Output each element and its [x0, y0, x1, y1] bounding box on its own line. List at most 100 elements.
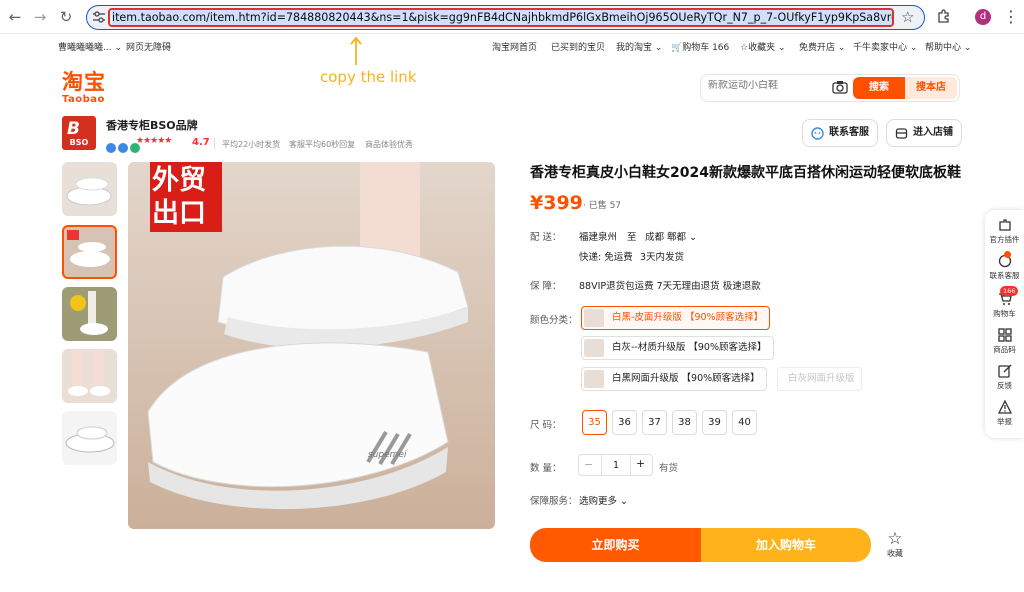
shop-meta-shipping: 平均22小时发货	[222, 140, 281, 149]
shipping-to-word: 至	[627, 232, 637, 243]
shop-rating: 4.7	[192, 137, 210, 148]
star-outline-icon: ☆	[740, 43, 749, 53]
thumbnail-4[interactable]	[62, 349, 117, 403]
nav-my-taobao[interactable]: 我的淘宝 ⌄	[616, 40, 662, 53]
sidebar-customer-service[interactable]: 联系客服	[985, 254, 1024, 281]
favorite-button[interactable]: ☆ 收藏	[882, 530, 908, 559]
shop-logo-mark: B	[67, 119, 80, 139]
nav-home[interactable]: 淘宝网首页	[492, 40, 537, 53]
shipping-label: 配 送：	[530, 232, 562, 243]
edit-icon	[997, 364, 1011, 378]
accessibility-link[interactable]: 网页无障碍	[126, 40, 171, 53]
shoe-thumbnail-image	[70, 291, 108, 335]
search-input[interactable]	[708, 80, 828, 91]
service-icon	[811, 127, 824, 140]
size-label: 尺 码：	[530, 420, 562, 431]
shipping-fee: 快递: 免运费	[579, 252, 633, 263]
sidebar-feedback[interactable]: 反馈	[985, 364, 1024, 391]
shoe-thumbnail-image	[68, 349, 110, 396]
shop-logo[interactable]: B BSO	[62, 116, 96, 150]
nav-open-store[interactable]: 免费开店 ⌄	[799, 40, 845, 53]
size-option-39[interactable]: 39	[702, 410, 727, 435]
thumbnail-1[interactable]	[62, 162, 117, 216]
color-label: 颜色分类：	[530, 315, 578, 326]
badge-icon	[118, 143, 128, 153]
main-product-image[interactable]: 外贸 出口 supemei	[128, 162, 495, 529]
taobao-logo[interactable]: 淘宝 Taobao	[62, 70, 110, 106]
profile-avatar[interactable]: d	[975, 9, 991, 25]
tune-icon[interactable]	[92, 11, 106, 23]
image-tag-line1: 外贸	[152, 165, 206, 196]
color-option-4[interactable]: 白灰网面升级版	[777, 367, 862, 391]
product-title: 香港专柜真皮小白鞋女2024新款爆款平底百搭休闲运动轻便软底板鞋	[530, 165, 961, 181]
logo-english: Taobao	[62, 94, 105, 105]
contact-service-button[interactable]: 联系客服	[802, 119, 878, 147]
thumbnail-5[interactable]	[62, 411, 117, 465]
guarantee-label: 保 障：	[530, 281, 562, 292]
shoe-thumbnail-image	[65, 426, 115, 453]
shop-logo-text: BSO	[69, 138, 89, 147]
nav-cart[interactable]: 🛒购物车 166	[671, 40, 729, 53]
thumbnail-2[interactable]	[62, 225, 117, 279]
product-price: ¥399	[530, 192, 583, 214]
extension-icon[interactable]	[936, 8, 952, 24]
color-option-3[interactable]: 白黑网面升级版 【90%顾客选择】	[581, 367, 767, 391]
color-option-2[interactable]: 白灰--材质升级版 【90%顾客选择】	[581, 336, 774, 360]
cart-count-badge: 166	[1000, 286, 1019, 296]
service-notification-dot	[1004, 251, 1011, 258]
nav-favorites[interactable]: ☆收藏夹 ⌄	[740, 40, 786, 53]
color-swatch-image	[584, 339, 604, 357]
quantity-minus-button[interactable]: −	[584, 458, 593, 471]
color-swatch-image	[584, 309, 604, 327]
divider	[214, 138, 215, 149]
back-icon[interactable]: ←	[6, 8, 24, 26]
shop-name[interactable]: 香港专柜BSO品牌	[106, 117, 198, 133]
shop-meta-experience: 商品体验优秀	[365, 140, 413, 149]
qr-code-icon	[997, 328, 1012, 342]
quantity-value[interactable]: 1	[613, 460, 619, 471]
user-name[interactable]: 曹曦曦曦曦... ⌄	[58, 40, 122, 53]
size-option-38[interactable]: 38	[672, 410, 697, 435]
size-option-37[interactable]: 37	[642, 410, 667, 435]
warning-icon	[997, 400, 1012, 414]
size-option-35[interactable]: 35	[582, 410, 607, 435]
plugin-icon	[998, 219, 1011, 231]
shipping-from: 福建泉州	[579, 232, 618, 243]
size-option-40[interactable]: 40	[732, 410, 757, 435]
reload-icon[interactable]: ↻	[57, 8, 75, 26]
url-highlight-box	[108, 8, 894, 27]
service-more[interactable]: 选购更多 ⌄	[579, 493, 628, 507]
shop-meta-reply: 客服平均60秒回复	[289, 140, 356, 149]
nav-bought[interactable]: 已买到的宝贝	[551, 40, 605, 53]
shipping-destination[interactable]: 成都 郫都 ⌄	[645, 229, 697, 243]
star-icon[interactable]: ☆	[901, 8, 914, 26]
stock-status: 有货	[659, 463, 679, 474]
star-outline-icon: ☆	[887, 529, 903, 549]
contact-service-label: 联系客服	[829, 127, 869, 138]
search-button[interactable]: 搜索	[853, 77, 905, 99]
sidebar-product-code[interactable]: 商品码	[985, 328, 1024, 355]
quantity-plus-button[interactable]: +	[636, 457, 645, 470]
sold-count: · 已售 57	[583, 201, 622, 211]
sidebar-cart[interactable]: 购物车	[985, 292, 1024, 319]
buy-now-button[interactable]: 立即购买	[530, 528, 701, 562]
service-label: 保障服务：	[530, 496, 578, 507]
add-to-cart-button[interactable]: 加入购物车	[701, 528, 871, 562]
search-store-button[interactable]: 搜本店	[905, 77, 957, 99]
color-option-1[interactable]: 白黑-皮面升级版 【90%顾客选择】	[581, 306, 771, 330]
enter-store-button[interactable]: 进入店铺	[886, 119, 962, 147]
forward-icon[interactable]: →	[31, 8, 49, 26]
nav-help[interactable]: 帮助中心 ⌄	[925, 40, 971, 53]
menu-icon[interactable]: ⋮	[1003, 7, 1019, 26]
copy-link-annotation: copy the link	[320, 68, 417, 86]
store-icon	[895, 128, 908, 139]
sidebar-plugin[interactable]: 官方插件	[985, 218, 1024, 245]
camera-icon[interactable]	[832, 80, 848, 94]
enter-store-label: 进入店铺	[913, 127, 953, 138]
size-option-36[interactable]: 36	[612, 410, 637, 435]
divider	[630, 454, 631, 476]
nav-seller-center[interactable]: 千牛卖家中心 ⌄	[853, 40, 917, 53]
sidebar-report[interactable]: 举报	[985, 400, 1024, 427]
badge-icon	[106, 143, 116, 153]
thumbnail-3[interactable]	[62, 287, 117, 341]
